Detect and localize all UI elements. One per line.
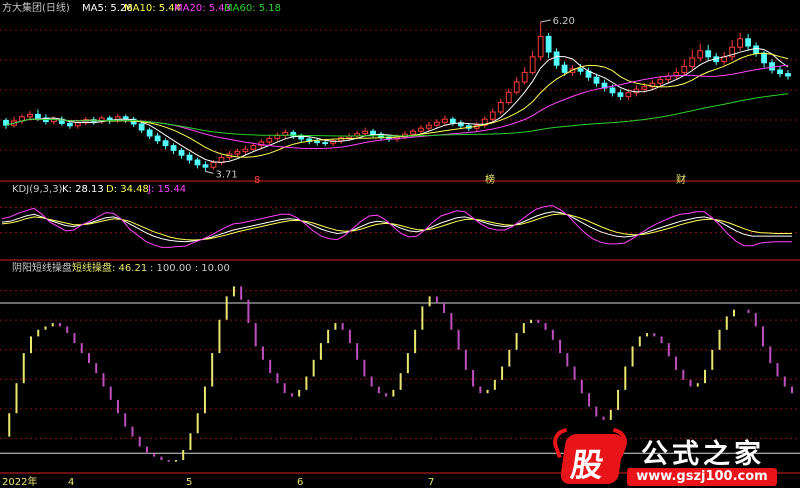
candle-body (577, 68, 584, 72)
candle-body (769, 62, 775, 71)
candle-body (657, 79, 664, 84)
candle-body (441, 118, 448, 123)
ma10-legend: MA10: 5.44 (124, 3, 181, 14)
kdj-panel (1, 205, 792, 248)
kdj-d-legend: D: 34.48 (106, 184, 149, 195)
candle-body (186, 154, 193, 161)
candle-body (505, 91, 512, 103)
candle-body (242, 148, 249, 153)
candle-body (753, 45, 759, 54)
candle-body (202, 164, 209, 168)
candle-body (553, 51, 560, 66)
osc-levels-legend: : 100.00 : 10.00 (150, 263, 230, 274)
candle-body (434, 121, 440, 126)
event-marker-3: 财 (676, 173, 686, 186)
candle-body (178, 149, 185, 156)
watermark-horn-right-icon (605, 427, 631, 459)
osc-legend-name: 阴阳短线操盘 (12, 261, 72, 274)
candle-body (529, 56, 536, 73)
x-tick-5: 5 (186, 477, 192, 488)
candle-body (489, 111, 496, 120)
candle-body (689, 57, 696, 67)
candle-body (154, 135, 161, 142)
kdj-legend-name: KDJ(9,3,3) (12, 184, 63, 195)
event-marker-1: 8 (254, 175, 260, 186)
candle-body (561, 64, 568, 73)
candle-body (66, 122, 73, 127)
chart-grid (0, 29, 800, 474)
candlestick-panel: 6.20 3.71 (3, 16, 791, 180)
candle-body (513, 81, 520, 93)
candle-body (266, 137, 273, 143)
osc-series-legend: 短线操盘: 46.21 (72, 261, 147, 274)
low-price-label: 3.71 (215, 169, 237, 180)
candle-body (681, 65, 688, 73)
candle-body (27, 113, 33, 118)
candle-body (537, 35, 544, 58)
low-marker-arrow (205, 170, 214, 174)
watermark-logo-char: 股 (568, 446, 606, 484)
watermark-title: 公式之家 (641, 439, 765, 470)
watermark: 股 公式之家 www.gszj100.com (549, 427, 785, 488)
x-tick-7: 7 (428, 477, 434, 488)
candle-body (625, 92, 632, 97)
kdj-j-legend: J: 15.44 (147, 184, 186, 195)
candle-body (234, 151, 241, 155)
candle-body (370, 130, 376, 135)
candle-body (418, 127, 424, 132)
candle-body (274, 134, 281, 139)
candle-body (194, 159, 201, 166)
candle-body (410, 130, 416, 135)
candle-body (617, 92, 624, 97)
candle-body (146, 129, 153, 137)
candle-body (745, 38, 752, 47)
candle-body (777, 69, 783, 75)
candle-body (785, 73, 791, 77)
candle-body (593, 76, 600, 84)
main-legend-name: 方大集团(日线) (2, 1, 70, 14)
candle-body (521, 71, 528, 83)
candle-body (497, 101, 504, 113)
candle-body (545, 35, 552, 53)
candle-body (609, 87, 616, 94)
candle-body (138, 123, 145, 131)
kdj-k-legend: K: 28.13 (62, 184, 104, 195)
watermark-url: www.gszj100.com (627, 468, 777, 486)
high-price-label: 6.20 (553, 16, 575, 27)
ma-line-ma60 (5, 93, 789, 137)
x-tick-6: 6 (297, 477, 303, 488)
ma60-legend: MA60: 5.18 (224, 3, 281, 14)
x-tick-4: 4 (68, 477, 74, 488)
candle-body (705, 50, 712, 58)
candle-body (449, 118, 456, 124)
stock-chart: 6.203.71 方大集团(日线) MA5: 5.26 MA10: 5.44 M… (0, 1, 800, 488)
candle-body (737, 38, 744, 48)
candle-body (210, 161, 217, 168)
candle-body (697, 50, 704, 59)
candle-body (250, 145, 257, 150)
ma20-legend: MA20: 5.43 (174, 3, 231, 14)
event-marker-2: 榜 (485, 173, 495, 186)
candle-body (314, 140, 321, 144)
candle-body (426, 124, 432, 129)
x-axis-year: 2022年 (2, 475, 37, 488)
candle-body (322, 142, 329, 145)
high-marker-arrow (540, 19, 551, 23)
candle-body (362, 130, 368, 135)
candle-body (74, 122, 81, 127)
candle-body (35, 113, 41, 119)
candle-body (162, 140, 169, 147)
ma-line-ma5 (5, 47, 789, 163)
candle-body (170, 145, 177, 151)
candle-body (761, 52, 767, 64)
candle-body (641, 86, 648, 90)
